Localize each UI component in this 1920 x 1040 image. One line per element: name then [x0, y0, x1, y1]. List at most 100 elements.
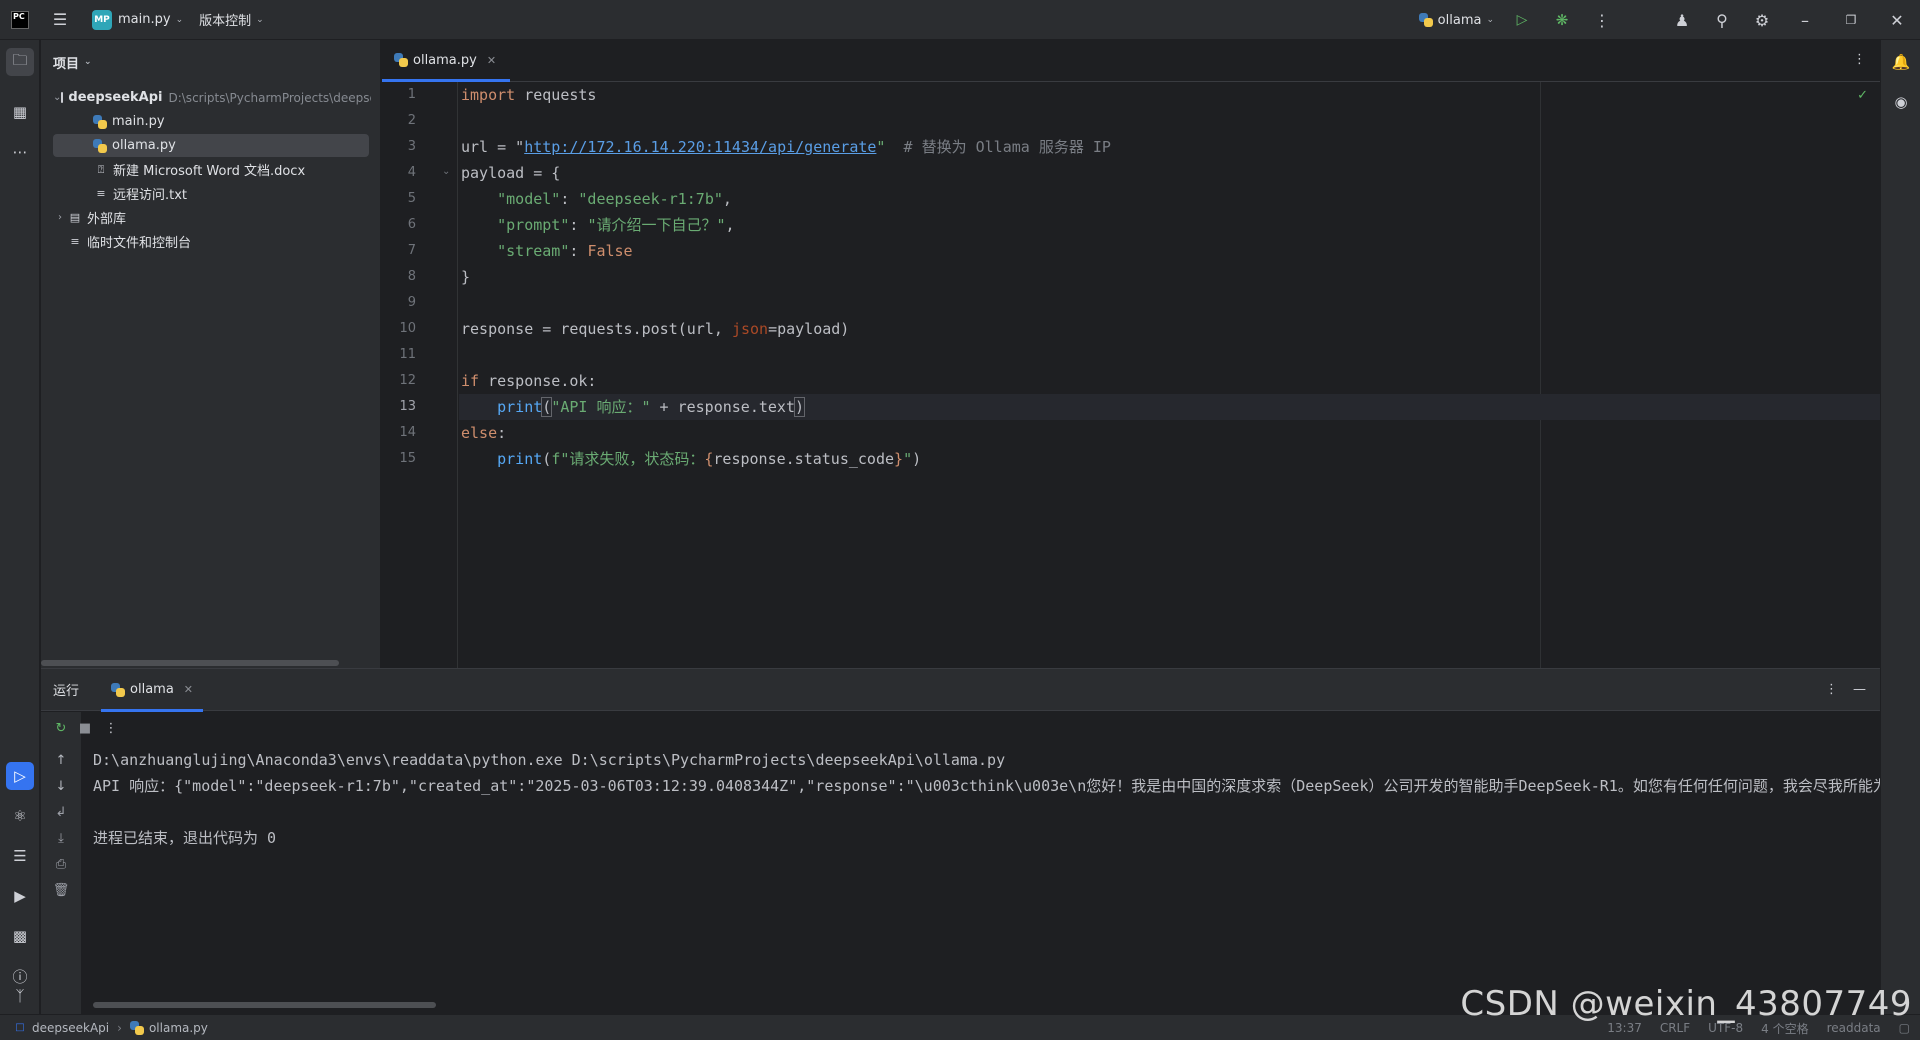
title-bar: PC ☰ MP main.py ⌄ 版本控制 ⌄ ollama ⌄ ▷ ❋ ⋮ … [0, 0, 1920, 40]
line-number: 4 [407, 165, 416, 180]
console-output[interactable]: D:\anzhuanglujing\Anaconda3\envs\readdat… [93, 747, 1880, 994]
file-name: 新建 Microsoft Word 文档.docx [113, 164, 306, 179]
scroll-to-end-icon[interactable]: ⤓ [51, 828, 71, 848]
tree-file-txt[interactable]: ≡ 远程访问.txt [41, 182, 371, 205]
notifications-bell-icon[interactable]: 🔔 [1887, 48, 1915, 76]
close-tab-icon[interactable]: ✕ [184, 683, 193, 696]
breadcrumb-project[interactable]: deepseekApi [32, 1021, 109, 1035]
services-icon[interactable]: ▶ [6, 882, 34, 910]
scroll-down-arrow-icon[interactable]: ↓ [51, 776, 71, 796]
main-menu-icon[interactable]: ☰ [40, 0, 80, 40]
code-text: : [560, 190, 579, 208]
tabs-more-icon[interactable]: ⋮ [1853, 52, 1866, 67]
left-tool-strip: 🗀 ▦ ⋯ ▷ ⚛ ☰ ▶ ▩ ⓘ ᛉ [0, 40, 40, 1014]
file-name: ollama.py [112, 138, 176, 153]
console-line-response: API 响应：{"model":"deepseek-r1:7b","create… [93, 777, 1880, 795]
code-text: } [461, 268, 471, 286]
code-text: , [725, 216, 735, 234]
git-icon[interactable]: ᛉ [6, 982, 34, 1010]
chevron-down-icon: ⌄ [84, 57, 92, 67]
project-panel-header[interactable]: 项目 ⌄ [41, 40, 380, 84]
string: " [903, 450, 913, 468]
code-text: response.ok: [479, 372, 597, 390]
file-name: 远程访问.txt [113, 188, 188, 203]
stop-icon[interactable]: ■ [75, 718, 95, 738]
code-line-13-current: print("API 响应：" + response.text) [459, 394, 1880, 420]
breadcrumb: □ deepseekApi › ollama.py [12, 1020, 208, 1035]
library-icon: ▤ [69, 211, 81, 224]
structure-icon[interactable]: ▦ [6, 98, 34, 126]
scratches-icon: ≡ [70, 235, 80, 248]
line-number: 8 [407, 269, 416, 284]
string: "deepseek-r1:7b" [578, 190, 723, 208]
hide-panel-icon[interactable]: — [1853, 682, 1866, 697]
rerun-icon[interactable]: ↻ [51, 718, 71, 738]
run-config-selector[interactable]: ollama ⌄ [1411, 6, 1502, 34]
search-icon[interactable]: ⚲ [1702, 0, 1742, 40]
more-tools-icon[interactable]: ⋯ [6, 138, 34, 166]
fold-chevron-icon[interactable]: ⌄ [442, 166, 450, 177]
line-number-gutter: 1 2 3 4 5 6 7 8 9 10 11 12 13 14 15 ⌄ [382, 82, 458, 668]
breadcrumb-file[interactable]: ollama.py [149, 1021, 208, 1035]
line-number: 15 [399, 451, 416, 466]
tree-file-main-py[interactable]: main.py [41, 110, 371, 133]
keyword: import [461, 86, 516, 104]
code-line-1: import requests [459, 82, 1880, 108]
tree-file-word-docx[interactable]: ⍰ 新建 Microsoft Word 文档.docx [41, 158, 371, 181]
python-file-icon [394, 53, 408, 67]
keyword: else [461, 424, 498, 442]
run-tool-icon[interactable]: ▷ [6, 762, 34, 790]
tree-scratches[interactable]: ≡ 临时文件和控制台 [41, 230, 371, 253]
python-file-icon [93, 114, 107, 129]
terminal-icon[interactable]: ▩ [6, 922, 34, 950]
python-packages-icon[interactable]: ⚛ [6, 802, 34, 830]
horizontal-scrollbar[interactable] [41, 660, 339, 666]
code-with-me-icon[interactable]: ♟ [1662, 0, 1702, 40]
horizontal-scrollbar[interactable] [93, 1002, 436, 1008]
run-icon[interactable]: ▷ [1502, 0, 1542, 40]
project-widget[interactable]: MP main.py ⌄ [84, 6, 191, 34]
root-folder-path: D:\scripts\PycharmProjects\deepseekApi [168, 90, 371, 105]
debug-icon[interactable]: ❋ [1542, 0, 1582, 40]
soft-wrap-icon[interactable]: ↲ [51, 802, 71, 822]
code-line-12: if response.ok: [459, 368, 1880, 394]
ai-assistant-icon[interactable]: ◉ [1887, 88, 1915, 116]
layers-icon[interactable]: ☰ [6, 842, 34, 870]
run-config-label: ollama [1437, 12, 1482, 28]
print-icon[interactable]: ⎙ [51, 854, 71, 874]
external-libs-label: 外部库 [87, 212, 127, 227]
clear-trash-icon[interactable]: 🗑 [51, 880, 71, 900]
code-line-7: "stream": False [459, 238, 1880, 264]
code-area[interactable]: import requests url = "http://172.16.14.… [459, 82, 1880, 668]
close-tab-icon[interactable]: ✕ [487, 54, 496, 67]
restore-icon[interactable]: ❐ [1828, 0, 1874, 40]
code-text: payload = { [461, 164, 561, 182]
run-more-icon[interactable]: ⋮ [101, 718, 121, 738]
run-options-icon[interactable]: ⋮ [1825, 682, 1838, 697]
project-tool-folder-icon[interactable]: 🗀 [6, 48, 34, 76]
close-icon[interactable]: ✕ [1874, 0, 1920, 40]
vcs-widget[interactable]: 版本控制 ⌄ [191, 6, 272, 34]
expand-chevron-icon: ⌄ [53, 92, 62, 103]
url-link[interactable]: http://172.16.14.220:11434/api/generate [524, 138, 876, 156]
folder-icon [61, 92, 64, 103]
scroll-up-arrow-icon[interactable]: ↑ [51, 750, 71, 770]
tree-file-ollama-py[interactable]: ollama.py [53, 134, 369, 157]
string: "model" [461, 190, 561, 208]
more-actions-icon[interactable]: ⋮ [1582, 0, 1622, 40]
matched-paren: ) [793, 397, 806, 417]
console-line-command: D:\anzhuanglujing\Anaconda3\envs\readdat… [93, 751, 1006, 769]
code-text: + response.text [650, 398, 795, 416]
function-name: print [497, 450, 543, 468]
tree-external-libraries[interactable]: › ▤ 外部库 [41, 206, 371, 229]
minimize-icon[interactable]: – [1782, 0, 1828, 40]
run-tab-ollama[interactable]: ollama ✕ [101, 669, 204, 712]
tree-root-deepseekapi[interactable]: ⌄ deepseekApi D:\scripts\PycharmProjects… [41, 86, 371, 109]
chevron-down-icon: ⌄ [1486, 15, 1494, 25]
settings-gear-icon[interactable]: ⚙ [1742, 0, 1782, 40]
csdn-watermark: CSDN @weixin_43807749 [1460, 984, 1912, 1024]
tab-ollama-py[interactable]: ollama.py ✕ [382, 39, 511, 82]
line-number-current: 13 [399, 399, 416, 414]
project-panel: 项目 ⌄ ⌄ deepseekApi D:\scripts\PycharmPro… [41, 40, 381, 668]
expand-chevron-icon: › [58, 212, 62, 223]
